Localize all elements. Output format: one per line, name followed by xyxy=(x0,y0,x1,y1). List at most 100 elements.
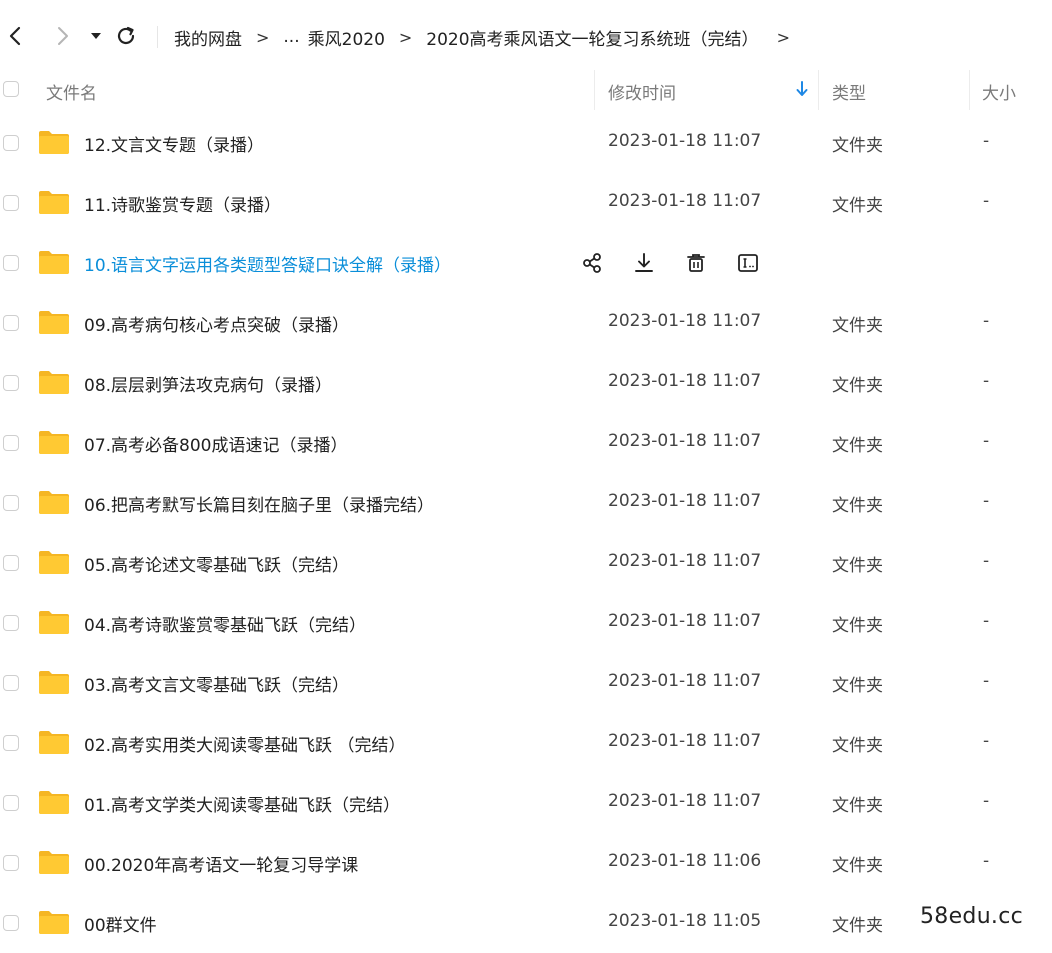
file-row[interactable]: 03.高考文言文零基础飞跃（完结） 2023-01-18 11:07 文件夹 - xyxy=(0,653,1052,713)
folder-icon xyxy=(39,671,69,694)
select-all-checkbox[interactable] xyxy=(3,81,19,97)
caret-down-icon xyxy=(91,33,101,39)
file-row[interactable]: 00.2020年高考语文一轮复习导学课 2023-01-18 11:06 文件夹 - xyxy=(0,833,1052,893)
arrow-down-icon[interactable] xyxy=(796,81,808,97)
file-modified-time: 2023-01-18 11:07 xyxy=(608,311,762,331)
file-modified-time: 2023-01-18 11:07 xyxy=(608,431,762,451)
breadcrumb-separator: > xyxy=(398,27,413,47)
row-checkbox[interactable] xyxy=(3,915,19,931)
row-checkbox[interactable] xyxy=(3,315,19,331)
row-checkbox[interactable] xyxy=(3,615,19,631)
folder-icon xyxy=(39,251,69,274)
row-checkbox[interactable] xyxy=(3,435,19,451)
file-row[interactable]: 00群文件 2023-01-18 11:05 文件夹 xyxy=(0,893,1052,953)
file-type: 文件夹 xyxy=(832,316,883,336)
file-name[interactable]: 05.高考论述文零基础飞跃（完结） xyxy=(84,551,349,576)
file-name[interactable]: 01.高考文学类大阅读零基础飞跃（完结） xyxy=(84,791,400,816)
back-button[interactable] xyxy=(2,22,30,50)
file-name[interactable]: 03.高考文言文零基础飞跃（完结） xyxy=(84,671,349,696)
delete-button[interactable] xyxy=(684,251,708,275)
file-name[interactable]: 00群文件 xyxy=(84,911,157,936)
file-row[interactable]: 10.语言文字运用各类题型答疑口诀全解（录播） xyxy=(0,233,1052,293)
file-row[interactable]: 07.高考必备800成语速记（录播） 2023-01-18 11:07 文件夹 - xyxy=(0,413,1052,473)
file-size: - xyxy=(983,611,990,631)
file-name[interactable]: 02.高考实用类大阅读零基础飞跃 （完结） xyxy=(84,731,405,756)
file-size: - xyxy=(983,731,990,751)
breadcrumb: 我的网盘 > ... 乘风2020 > 2020高考乘风语文一轮复习系统班（完结… xyxy=(174,24,790,50)
file-size: - xyxy=(983,491,990,511)
file-modified-time: 2023-01-18 11:07 xyxy=(608,191,762,211)
file-row[interactable]: 09.高考病句核心考点突破（录播） 2023-01-18 11:07 文件夹 - xyxy=(0,293,1052,353)
file-type: 文件夹 xyxy=(832,436,883,456)
file-name[interactable]: 12.文言文专题（录播） xyxy=(84,131,264,156)
row-checkbox[interactable] xyxy=(3,735,19,751)
file-row[interactable]: 05.高考论述文零基础飞跃（完结） 2023-01-18 11:07 文件夹 - xyxy=(0,533,1052,593)
chevron-left-icon xyxy=(9,26,21,46)
file-name[interactable]: 09.高考病句核心考点突破（录播） xyxy=(84,311,349,336)
file-row[interactable]: 04.高考诗歌鉴赏零基础飞跃（完结） 2023-01-18 11:07 文件夹 - xyxy=(0,593,1052,653)
column-size[interactable]: 大小 xyxy=(982,79,1016,104)
file-size: - xyxy=(983,431,990,451)
file-row[interactable]: 08.层层剥笋法攻克病句（录播） 2023-01-18 11:07 文件夹 - xyxy=(0,353,1052,413)
row-checkbox[interactable] xyxy=(3,195,19,211)
refresh-icon xyxy=(117,26,135,45)
file-modified-time: 2023-01-18 11:07 xyxy=(608,791,762,811)
folder-icon xyxy=(39,551,69,574)
folder-icon xyxy=(39,791,69,814)
row-checkbox[interactable] xyxy=(3,495,19,511)
rename-button[interactable] xyxy=(736,251,760,275)
file-name[interactable]: 10.语言文字运用各类题型答疑口诀全解（录播） xyxy=(84,251,451,276)
breadcrumb-separator: > xyxy=(776,27,790,47)
column-name[interactable]: 文件名 xyxy=(46,79,97,104)
file-row[interactable]: 06.把高考默写长篇目刻在脑子里（录播完结） 2023-01-18 11:07 文件… xyxy=(0,473,1052,533)
refresh-button[interactable] xyxy=(112,22,140,50)
row-checkbox[interactable] xyxy=(3,795,19,811)
file-name[interactable]: 06.把高考默写长篇目刻在脑子里（录播完结） xyxy=(84,491,434,516)
file-size: - xyxy=(983,551,990,571)
file-name[interactable]: 00.2020年高考语文一轮复习导学课 xyxy=(84,851,358,876)
file-row[interactable]: 12.文言文专题（录播） 2023-01-18 11:07 文件夹 - xyxy=(0,113,1052,173)
file-size: - xyxy=(983,131,990,151)
file-name[interactable]: 04.高考诗歌鉴赏零基础飞跃（完结） xyxy=(84,611,366,636)
file-row[interactable]: 02.高考实用类大阅读零基础飞跃 （完结） 2023-01-18 11:07 文件夹… xyxy=(0,713,1052,773)
breadcrumb-ellipsis[interactable]: ... xyxy=(283,27,299,47)
breadcrumb-item-current[interactable]: 2020高考乘风语文一轮复习系统班（完结） xyxy=(426,25,758,50)
share-button[interactable] xyxy=(580,251,604,275)
file-modified-time: 2023-01-18 11:07 xyxy=(608,611,762,631)
file-row[interactable]: 01.高考文学类大阅读零基础飞跃（完结） 2023-01-18 11:07 文件夹 - xyxy=(0,773,1052,833)
column-type[interactable]: 类型 xyxy=(832,79,866,104)
file-type: 文件夹 xyxy=(832,736,883,756)
breadcrumb-root[interactable]: 我的网盘 xyxy=(174,25,242,50)
file-type: 文件夹 xyxy=(832,916,883,936)
column-divider[interactable] xyxy=(818,70,819,110)
folder-icon xyxy=(39,851,69,874)
column-modified-time[interactable]: 修改时间 xyxy=(608,79,676,104)
file-row[interactable]: 11.诗歌鉴赏专题（录播） 2023-01-18 11:07 文件夹 - xyxy=(0,173,1052,233)
file-size: - xyxy=(983,191,990,211)
forward-button[interactable] xyxy=(48,22,76,50)
file-size: - xyxy=(983,791,990,811)
file-modified-time: 2023-01-18 11:05 xyxy=(608,911,762,931)
row-checkbox[interactable] xyxy=(3,555,19,571)
file-name[interactable]: 11.诗歌鉴赏专题（录播） xyxy=(84,191,281,216)
folder-icon xyxy=(39,611,69,634)
rename-icon xyxy=(738,254,758,272)
history-dropdown-button[interactable] xyxy=(82,22,110,50)
file-size: - xyxy=(983,311,990,331)
file-modified-time: 2023-01-18 11:07 xyxy=(608,671,762,691)
file-size: - xyxy=(983,371,990,391)
download-button[interactable] xyxy=(632,251,656,275)
column-divider[interactable] xyxy=(969,70,970,110)
file-name[interactable]: 07.高考必备800成语速记（录播） xyxy=(84,431,347,456)
breadcrumb-item-chengfeng2020[interactable]: 乘风2020 xyxy=(308,25,385,50)
file-type: 文件夹 xyxy=(832,196,883,216)
file-name[interactable]: 08.层层剥笋法攻克病句（录播） xyxy=(84,371,332,396)
row-checkbox[interactable] xyxy=(3,855,19,871)
row-checkbox[interactable] xyxy=(3,675,19,691)
folder-icon xyxy=(39,131,69,154)
column-divider[interactable] xyxy=(594,70,595,110)
row-checkbox[interactable] xyxy=(3,375,19,391)
row-checkbox[interactable] xyxy=(3,255,19,271)
row-checkbox[interactable] xyxy=(3,135,19,151)
column-header: 文件名 修改时间 类型 大小 xyxy=(0,70,1052,110)
